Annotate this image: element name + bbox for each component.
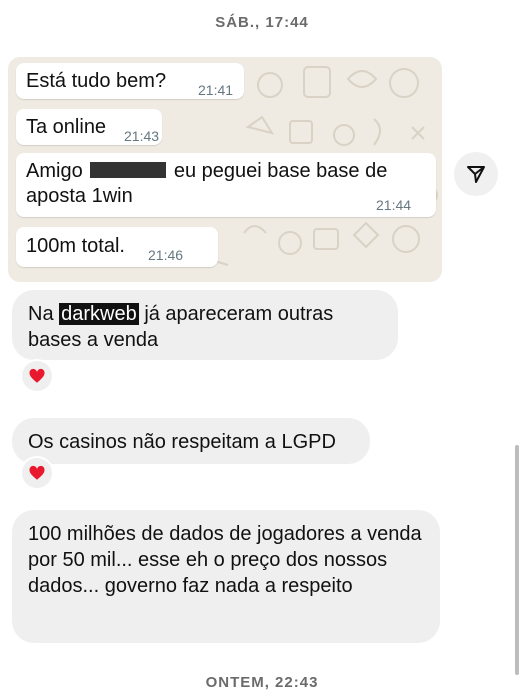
chat-message[interactable]: Os casinos não respeitam a LGPD bbox=[12, 418, 370, 464]
shared-message: 100m total. 21:46 bbox=[16, 227, 218, 267]
message-time: 21:41 bbox=[198, 82, 234, 98]
scrollbar[interactable] bbox=[515, 445, 519, 675]
chat-message[interactable]: Na darkweb já apareceram outras bases a … bbox=[12, 290, 398, 360]
heart-icon bbox=[29, 368, 45, 383]
date-separator-bottom: ONTEM, 22:43 bbox=[205, 674, 319, 691]
highlighted-word: darkweb bbox=[59, 303, 139, 325]
heart-icon bbox=[29, 465, 45, 480]
message-text-start: Amigo bbox=[26, 160, 83, 182]
shared-message: Amigo eu peguei base base de aposta 1win… bbox=[16, 153, 436, 217]
share-button[interactable] bbox=[454, 152, 498, 196]
message-text-start: Na bbox=[28, 303, 54, 325]
redaction-bar bbox=[90, 162, 167, 178]
heart-reaction[interactable] bbox=[22, 361, 52, 391]
message-time: 21:44 bbox=[376, 197, 412, 213]
chat-message[interactable]: 100 milhões de dados de jogadores a vend… bbox=[12, 510, 440, 643]
message-time: 21:43 bbox=[124, 128, 160, 144]
message-time: 21:46 bbox=[148, 247, 184, 263]
heart-reaction[interactable] bbox=[22, 458, 52, 488]
shared-chat-screenshot[interactable]: Está tudo bem? 21:41 Ta online 21:43 Ami… bbox=[8, 57, 442, 282]
message-text: 100m total. bbox=[26, 235, 125, 257]
message-text: Amigo eu peguei base base de aposta 1win bbox=[26, 159, 416, 209]
message-text: Está tudo bem? bbox=[26, 70, 167, 92]
shared-message: Está tudo bem? 21:41 bbox=[16, 63, 244, 99]
date-separator-top: SÁB., 17:44 bbox=[215, 14, 309, 31]
paper-plane-icon bbox=[467, 166, 485, 183]
shared-message: Ta online 21:43 bbox=[16, 109, 162, 145]
message-text: Ta online bbox=[26, 116, 107, 138]
